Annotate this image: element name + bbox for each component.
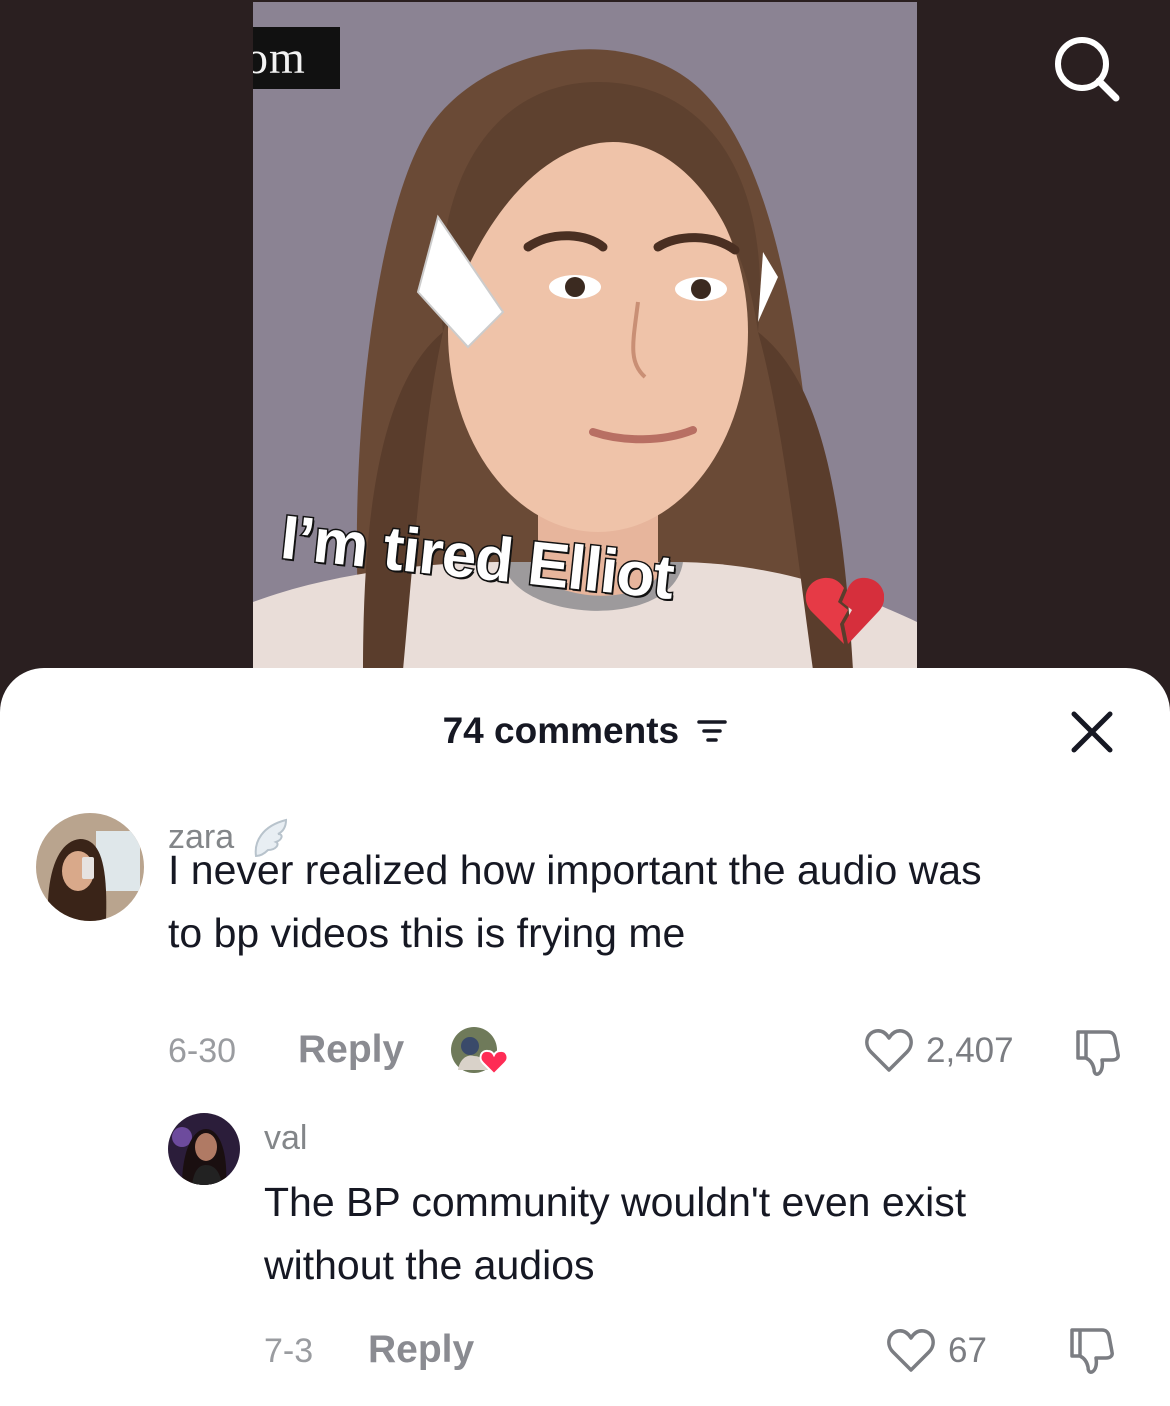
comments-sheet: 74 comments zara I never realized how im… [0, 668, 1170, 1406]
comment-text-line-1: The BP community wouldn't even exist [264, 1179, 967, 1225]
dislike-icon[interactable] [1072, 1026, 1124, 1078]
comment-date: 6-30 [168, 1032, 237, 1070]
search-icon[interactable] [1050, 32, 1122, 104]
reply-button[interactable]: Reply [298, 1028, 404, 1072]
comment-text-line-2: to bp videos this is frying me [168, 910, 686, 956]
creator-avatar-heart-icon [451, 1027, 509, 1076]
creator-liked-badge [450, 1026, 512, 1078]
like-button[interactable]: 2,407 [864, 1028, 1014, 1074]
reply-button[interactable]: Reply [368, 1328, 474, 1372]
video-watermark: om [253, 27, 340, 89]
broken-heart-icon [805, 577, 884, 644]
heart-outline-icon [887, 1329, 935, 1372]
avatar-image [36, 813, 144, 921]
dislike-icon[interactable] [1066, 1324, 1118, 1376]
comment-date: 7-3 [264, 1332, 314, 1370]
video-player[interactable]: om I’m tired Elliot [0, 0, 1170, 700]
sort-filter-icon[interactable] [697, 718, 728, 744]
avatar-image [168, 1113, 240, 1185]
comments-count-button[interactable]: 74 comments [0, 708, 1170, 752]
comment-username[interactable]: val [264, 1119, 307, 1158]
like-count: 67 [948, 1331, 987, 1370]
comment-text-line-2: without the audios [264, 1242, 595, 1288]
avatar[interactable] [36, 813, 144, 921]
comment-text-line-1: I never realized how important the audio… [168, 847, 982, 893]
like-count: 2,407 [926, 1031, 1014, 1070]
comments-count-label: 74 comments [442, 710, 680, 752]
comments-header: 74 comments [0, 668, 1170, 788]
like-button[interactable]: 67 [886, 1328, 987, 1374]
avatar[interactable] [168, 1113, 240, 1185]
heart-outline-icon [865, 1029, 913, 1072]
close-icon[interactable] [1070, 710, 1114, 754]
